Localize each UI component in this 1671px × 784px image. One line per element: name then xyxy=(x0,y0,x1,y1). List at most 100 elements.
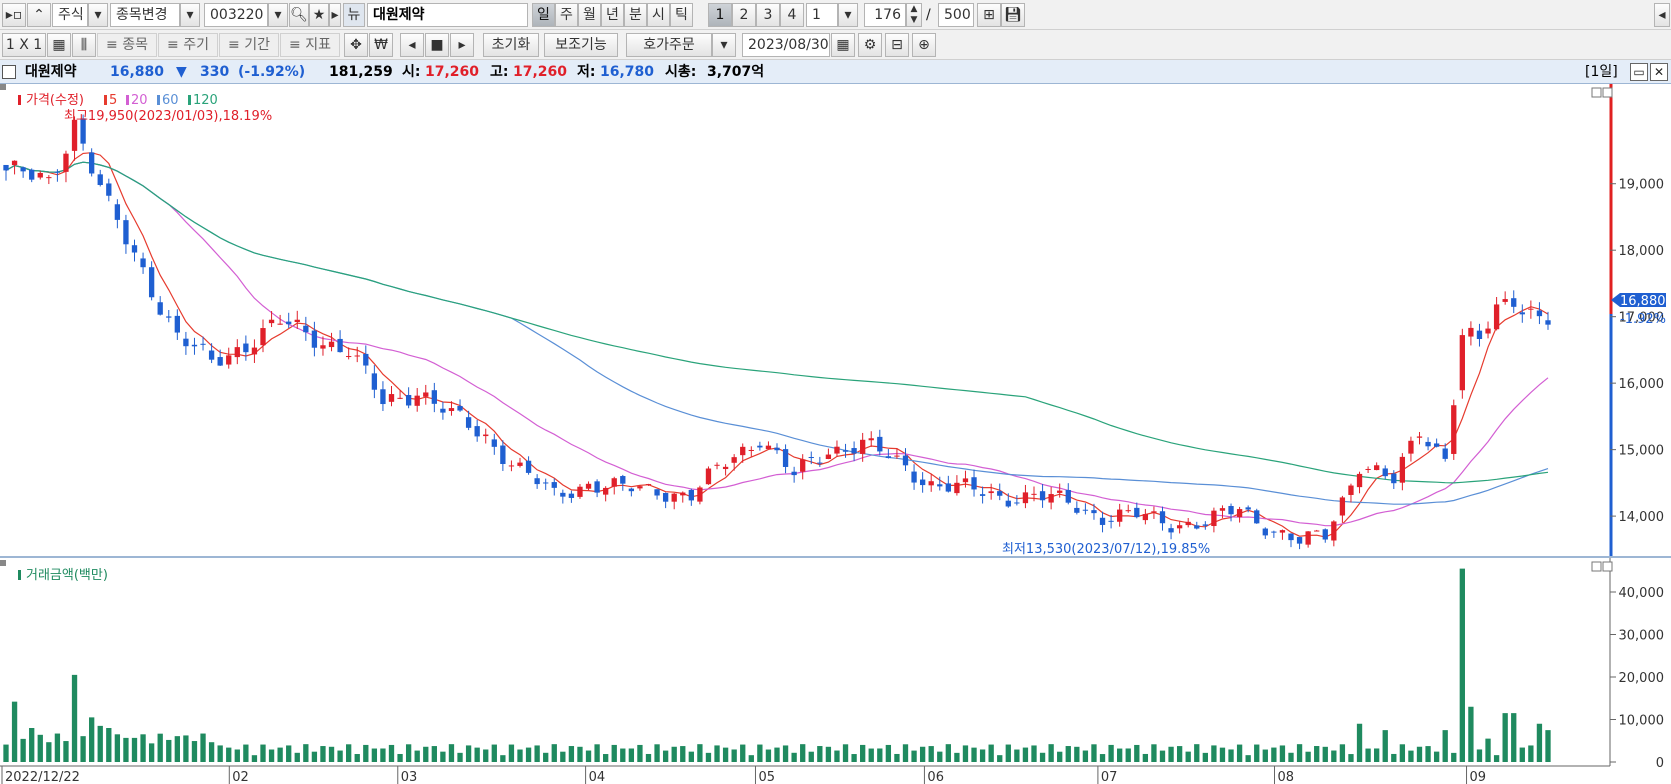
volume-bar xyxy=(1339,744,1346,762)
period-list-button[interactable]: ≡ 주기 xyxy=(158,33,218,57)
ma-legend-label: 120 xyxy=(193,93,218,108)
volume-pane-handle-icon[interactable] xyxy=(0,560,6,566)
total-count-field[interactable]: 500 xyxy=(938,3,974,27)
prev-icon[interactable]: ◂ xyxy=(400,33,424,57)
price-tick-label: 19,000 xyxy=(1619,178,1665,193)
volume-bar xyxy=(800,744,806,762)
search-icon[interactable]: 🔍︎ xyxy=(289,3,309,27)
period-hour-button[interactable]: 시 xyxy=(647,3,670,27)
volume-bar xyxy=(491,744,497,762)
candle-body xyxy=(543,482,549,484)
multiplier-input[interactable]: 1 xyxy=(806,3,838,27)
change-stock-select[interactable]: 종목변경 xyxy=(110,3,180,27)
period-month-button[interactable]: 월 xyxy=(578,3,601,27)
next-icon[interactable]: ▸ xyxy=(450,33,474,57)
pane-handle-icon[interactable] xyxy=(0,84,6,90)
volume-bar xyxy=(131,737,138,762)
price-legend-label: 가격(수정) xyxy=(26,93,84,108)
candle-body xyxy=(191,344,198,347)
volume-bar xyxy=(894,753,900,762)
candle-body xyxy=(722,466,729,470)
stock-code-input[interactable]: 003220 xyxy=(204,3,268,27)
stock-list-button[interactable]: ≡ 종목 xyxy=(97,33,157,57)
volume-bar xyxy=(1416,746,1423,762)
volume-bar xyxy=(1082,750,1089,762)
change-stock-dropdown-icon[interactable]: ▾ xyxy=(180,3,200,27)
next-arrow-icon[interactable]: ▸ xyxy=(329,3,341,27)
stop-icon[interactable]: ■ xyxy=(425,33,449,57)
reset-button[interactable]: 초기화 xyxy=(483,33,539,57)
volume-bar xyxy=(1314,746,1320,762)
display-count-input[interactable]: 176 xyxy=(864,3,906,27)
aux-function-button[interactable]: 보조기능 xyxy=(544,33,618,57)
volume-bar xyxy=(782,745,789,762)
pane-minimize-icon[interactable] xyxy=(1591,87,1602,98)
split-icon[interactable]: ⫼ xyxy=(72,33,96,57)
date-input[interactable]: 2023/08/30 xyxy=(742,33,830,57)
order-button[interactable]: 호가주문 xyxy=(626,33,712,57)
scroll-up-button[interactable]: ⌃ xyxy=(27,3,51,27)
volume-bar xyxy=(1108,744,1114,762)
pane-close-icon[interactable] xyxy=(1602,87,1613,98)
current-price-label: 16,880 xyxy=(1620,294,1666,309)
select-checkbox[interactable] xyxy=(2,65,16,79)
volume-pane-close-icon[interactable] xyxy=(1602,561,1613,572)
close-icon[interactable]: ✕ xyxy=(1650,63,1668,81)
move-icon[interactable]: ✥ xyxy=(344,33,368,57)
news-icon[interactable]: 뉴 xyxy=(343,3,365,27)
multiplier-dropdown-icon[interactable]: ▾ xyxy=(838,3,858,27)
market-select[interactable]: 주식 xyxy=(52,3,88,27)
range-list-button[interactable]: ≡ 기간 xyxy=(219,33,279,57)
volume-bar xyxy=(1219,747,1226,762)
volume-bar xyxy=(20,738,26,762)
maximize-icon[interactable]: ▭ xyxy=(1630,63,1648,81)
favorite-star-icon[interactable]: ★ xyxy=(309,3,329,27)
period-day-button[interactable]: 일 xyxy=(532,3,555,27)
volume-pane-minimize-icon[interactable] xyxy=(1591,561,1602,572)
layout-button[interactable]: 1 X 1 xyxy=(2,33,46,57)
volume-bar xyxy=(474,747,480,762)
stock-name-field[interactable]: 대원제약 xyxy=(367,3,528,27)
candle-body xyxy=(1365,468,1371,470)
calendar-icon[interactable]: ▦ xyxy=(831,33,855,57)
candle-body xyxy=(1014,502,1020,504)
volume-bar xyxy=(1279,745,1286,762)
period-tick-button[interactable]: 틱 xyxy=(670,3,693,27)
x-tick-label: 04 xyxy=(589,770,606,784)
candle-body xyxy=(1219,508,1226,511)
settings-gear-icon[interactable]: ⚙ xyxy=(858,33,882,57)
period-year-button[interactable]: 년 xyxy=(601,3,624,27)
order-dropdown-icon[interactable]: ▾ xyxy=(712,33,736,57)
period-minute-button[interactable]: 분 xyxy=(624,3,647,27)
volume-bar xyxy=(971,747,977,762)
period-week-button[interactable]: 주 xyxy=(555,3,578,27)
zoom-icon[interactable]: ⊕ xyxy=(912,33,936,57)
volume-bar xyxy=(534,745,540,762)
market-dropdown-icon[interactable]: ▾ xyxy=(88,3,108,27)
side-panel-toggle-icon[interactable]: ◂ xyxy=(1654,3,1670,27)
panel-toggle-icon[interactable]: ▸▫ xyxy=(2,3,26,27)
count-stepper-icon[interactable]: ▲ ▼ xyxy=(906,3,922,27)
stock-chart[interactable]: 19,00018,00017,00016,00015,00014,000 가격(… xyxy=(0,84,1671,784)
grid-icon[interactable]: ▦ xyxy=(47,33,71,57)
candle-body xyxy=(997,491,1003,496)
candle-body xyxy=(63,153,69,172)
multiplier-3-button[interactable]: 3 xyxy=(756,3,780,27)
multiplier-4-button[interactable]: 4 xyxy=(780,3,804,27)
indicator-list-button[interactable]: ≡ 지표 xyxy=(280,33,340,57)
chart-area[interactable]: 19,000 18,000 17,000 16,000 15,000 14,000 가격(… xyxy=(0,84,1671,784)
currency-icon[interactable]: ₩ xyxy=(369,33,393,57)
candle-body xyxy=(37,172,43,178)
save-icon[interactable]: 💾︎ xyxy=(1001,3,1025,27)
add-window-icon[interactable]: ⊞ xyxy=(977,3,1001,27)
multiplier-1-button[interactable]: 1 xyxy=(708,3,732,27)
volume-bar xyxy=(1254,744,1260,762)
export-icon[interactable]: ⊟ xyxy=(885,33,909,57)
multiplier-2-button[interactable]: 2 xyxy=(732,3,756,27)
code-dropdown-icon[interactable]: ▾ xyxy=(268,3,288,27)
volume-bar xyxy=(654,744,660,762)
candle-body xyxy=(1108,520,1114,522)
volume-bar xyxy=(1451,752,1457,762)
info-open: 17,260 xyxy=(425,64,480,80)
volume-bar xyxy=(1194,744,1200,762)
